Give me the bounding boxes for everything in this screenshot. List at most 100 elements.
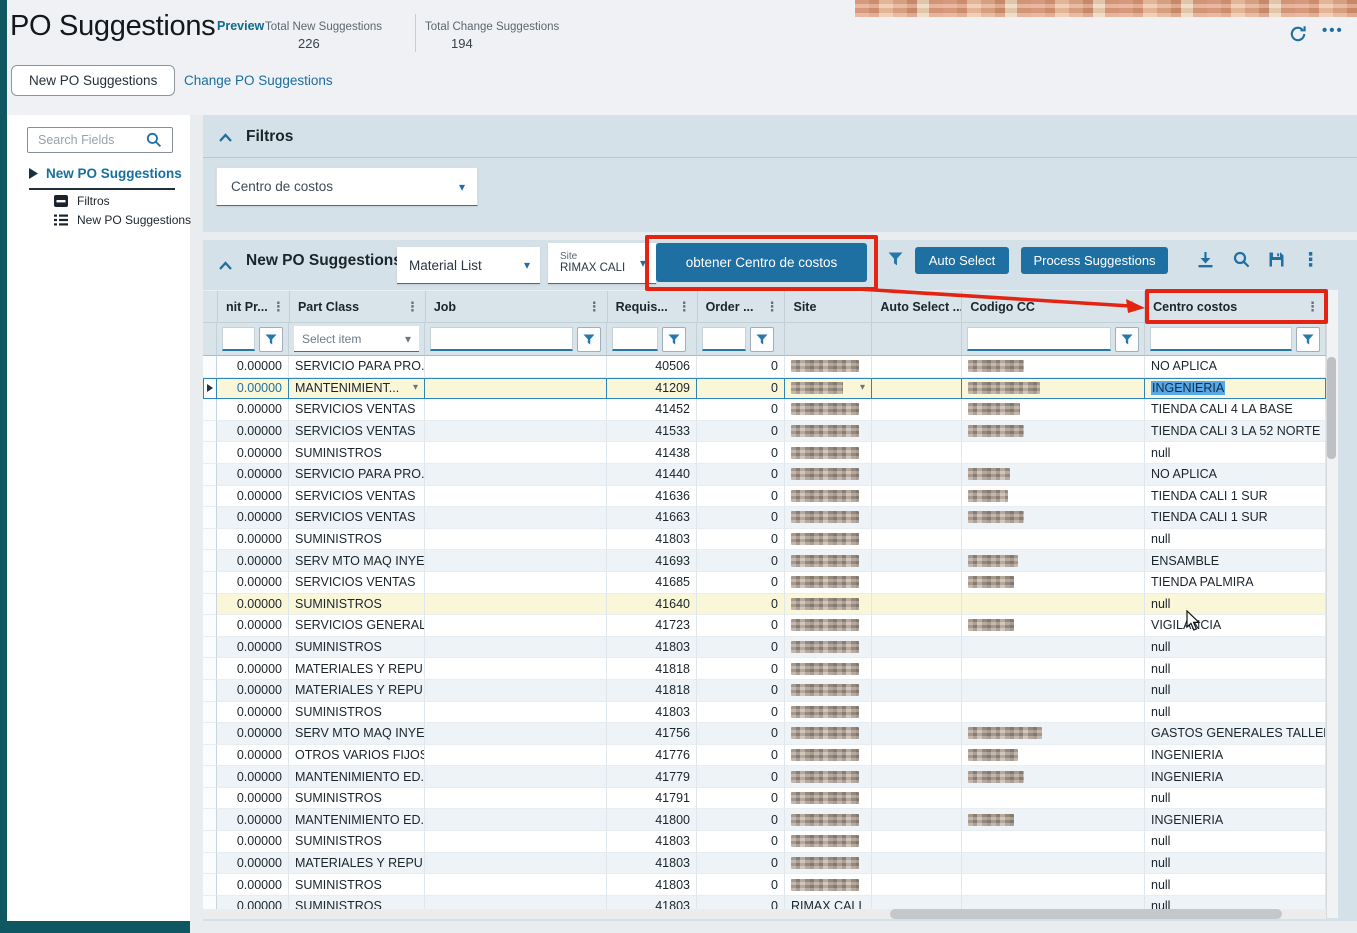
cell-part-class[interactable]: MATERIALES Y REPU... bbox=[289, 853, 425, 875]
cell-part-class[interactable]: MANTENIMIENT...▾ bbox=[289, 378, 425, 400]
site-dropdown[interactable]: Site RIMAX CALI ▾ bbox=[548, 243, 656, 284]
cell-requisition[interactable]: 41803 bbox=[607, 853, 697, 875]
cell-job[interactable] bbox=[425, 572, 607, 594]
cell-site[interactable] bbox=[785, 853, 872, 875]
row-marker[interactable] bbox=[203, 745, 217, 767]
kebab-icon[interactable]: ⋮ bbox=[674, 299, 691, 315]
table-row[interactable]: 0.00000SUMINISTROS418030null bbox=[203, 831, 1326, 853]
vertical-scrollbar-thumb[interactable] bbox=[1327, 357, 1336, 459]
cell-centro-costos[interactable]: null bbox=[1145, 874, 1326, 896]
cell-codigo-cc[interactable] bbox=[962, 788, 1145, 810]
cell-centro-costos[interactable]: null bbox=[1145, 442, 1326, 464]
row-marker[interactable] bbox=[203, 766, 217, 788]
cell-order[interactable]: 0 bbox=[697, 572, 785, 594]
cell-order[interactable]: 0 bbox=[697, 529, 785, 551]
row-marker[interactable] bbox=[203, 702, 217, 724]
cell-job[interactable] bbox=[425, 788, 607, 810]
cell-centro-costos[interactable]: TIENDA CALI 1 SUR bbox=[1145, 486, 1326, 508]
table-row[interactable]: 0.00000SUMINISTROS417910null bbox=[203, 788, 1326, 810]
cell-auto-select[interactable] bbox=[872, 637, 962, 659]
table-row[interactable]: 0.00000MATERIALES Y REPU...418180null bbox=[203, 680, 1326, 702]
cell-unit-price[interactable]: 0.00000 bbox=[217, 809, 289, 831]
cell-part-class[interactable]: SERVICIOS VENTAS bbox=[289, 421, 425, 443]
cell-site[interactable] bbox=[785, 874, 872, 896]
cell-auto-select[interactable] bbox=[872, 507, 962, 529]
row-marker[interactable] bbox=[203, 831, 217, 853]
kebab-icon[interactable]: ⋮ bbox=[1301, 249, 1320, 272]
cell-unit-price[interactable]: 0.00000 bbox=[217, 356, 289, 378]
cell-auto-select[interactable] bbox=[872, 809, 962, 831]
cell-auto-select[interactable] bbox=[872, 399, 962, 421]
cell-order[interactable]: 0 bbox=[697, 809, 785, 831]
table-row[interactable]: 0.00000SUMINISTROS416400null bbox=[203, 594, 1326, 616]
cell-codigo-cc[interactable] bbox=[962, 853, 1145, 875]
cell-order[interactable]: 0 bbox=[697, 831, 785, 853]
cell-job[interactable] bbox=[425, 442, 607, 464]
cell-centro-costos[interactable]: VIGILANCIA bbox=[1145, 615, 1326, 637]
cell-auto-select[interactable] bbox=[872, 464, 962, 486]
cell-centro-costos[interactable]: null bbox=[1145, 680, 1326, 702]
cell-order[interactable]: 0 bbox=[697, 766, 785, 788]
cell-centro-costos[interactable]: ENSAMBLE bbox=[1145, 550, 1326, 572]
cell-job[interactable] bbox=[425, 809, 607, 831]
cell-unit-price[interactable]: 0.00000 bbox=[217, 594, 289, 616]
filter-input-requisition[interactable] bbox=[612, 327, 658, 351]
cell-unit-price[interactable]: 0.00000 bbox=[217, 788, 289, 810]
cell-requisition[interactable]: 41209 bbox=[607, 378, 697, 400]
cell-unit-price[interactable]: 0.00000 bbox=[217, 702, 289, 724]
cell-order[interactable]: 0 bbox=[697, 745, 785, 767]
row-marker[interactable] bbox=[203, 356, 217, 378]
cell-unit-price[interactable]: 0.00000 bbox=[217, 464, 289, 486]
cell-part-class[interactable]: SERVICIOS VENTAS bbox=[289, 507, 425, 529]
cell-order[interactable]: 0 bbox=[697, 421, 785, 443]
cell-codigo-cc[interactable] bbox=[962, 486, 1145, 508]
cell-job[interactable] bbox=[425, 356, 607, 378]
table-row[interactable]: 0.00000SERVICIO PARA PRO...414400NO APLI… bbox=[203, 464, 1326, 486]
cell-unit-price[interactable]: 0.00000 bbox=[217, 766, 289, 788]
cell-centro-costos[interactable]: null bbox=[1145, 853, 1326, 875]
cell-site[interactable] bbox=[785, 745, 872, 767]
sidebar-item-filtros[interactable]: Filtros bbox=[54, 194, 110, 208]
cell-codigo-cc[interactable] bbox=[962, 658, 1145, 680]
row-marker[interactable] bbox=[203, 572, 217, 594]
centro-de-costos-dropdown[interactable]: Centro de costos ▾ bbox=[216, 167, 478, 206]
cell-site[interactable] bbox=[785, 615, 872, 637]
obtener-centro-de-costos-button[interactable]: obtener Centro de costos bbox=[656, 243, 867, 282]
cell-site[interactable] bbox=[785, 421, 872, 443]
table-row[interactable]: 0.00000MANTENIMIENTO ED...418000INGENIER… bbox=[203, 809, 1326, 831]
cell-codigo-cc[interactable] bbox=[962, 680, 1145, 702]
cell-requisition[interactable]: 41779 bbox=[607, 766, 697, 788]
row-marker[interactable] bbox=[203, 421, 217, 443]
cell-requisition[interactable]: 41791 bbox=[607, 788, 697, 810]
cell-unit-price[interactable]: 0.00000 bbox=[217, 550, 289, 572]
cell-unit-price[interactable]: 0.00000 bbox=[217, 442, 289, 464]
cell-codigo-cc[interactable] bbox=[962, 356, 1145, 378]
header-unit-price[interactable]: nit Pr...⋮ bbox=[218, 291, 290, 323]
cell-auto-select[interactable] bbox=[872, 831, 962, 853]
cell-part-class[interactable]: SUMINISTROS bbox=[289, 874, 425, 896]
table-row[interactable]: 0.00000MATERIALES Y REPU...418030null bbox=[203, 853, 1326, 875]
cell-site[interactable] bbox=[785, 399, 872, 421]
row-marker[interactable] bbox=[203, 788, 217, 810]
cell-part-class[interactable]: MANTENIMIENTO ED... bbox=[289, 766, 425, 788]
cell-site[interactable] bbox=[785, 658, 872, 680]
tab-new-po-suggestions[interactable]: New PO Suggestions bbox=[11, 65, 175, 96]
cell-requisition[interactable]: 41818 bbox=[607, 658, 697, 680]
filter-input-centro-costos[interactable] bbox=[1150, 327, 1292, 351]
cell-job[interactable] bbox=[425, 550, 607, 572]
row-marker[interactable] bbox=[203, 529, 217, 551]
cell-codigo-cc[interactable] bbox=[962, 421, 1145, 443]
cell-unit-price[interactable]: 0.00000 bbox=[217, 421, 289, 443]
refresh-icon[interactable] bbox=[1288, 24, 1308, 44]
kebab-icon[interactable]: ⋮ bbox=[1302, 299, 1319, 315]
cell-unit-price[interactable]: 0.00000 bbox=[217, 529, 289, 551]
cell-centro-costos[interactable]: NO APLICA bbox=[1145, 356, 1326, 378]
row-marker[interactable] bbox=[203, 723, 217, 745]
funnel-icon[interactable] bbox=[750, 327, 774, 352]
cell-centro-costos[interactable]: null bbox=[1145, 702, 1326, 724]
cell-requisition[interactable]: 41438 bbox=[607, 442, 697, 464]
cell-codigo-cc[interactable] bbox=[962, 550, 1145, 572]
cell-unit-price[interactable]: 0.00000 bbox=[217, 831, 289, 853]
cell-site[interactable] bbox=[785, 356, 872, 378]
filter-input-order[interactable] bbox=[702, 327, 746, 351]
